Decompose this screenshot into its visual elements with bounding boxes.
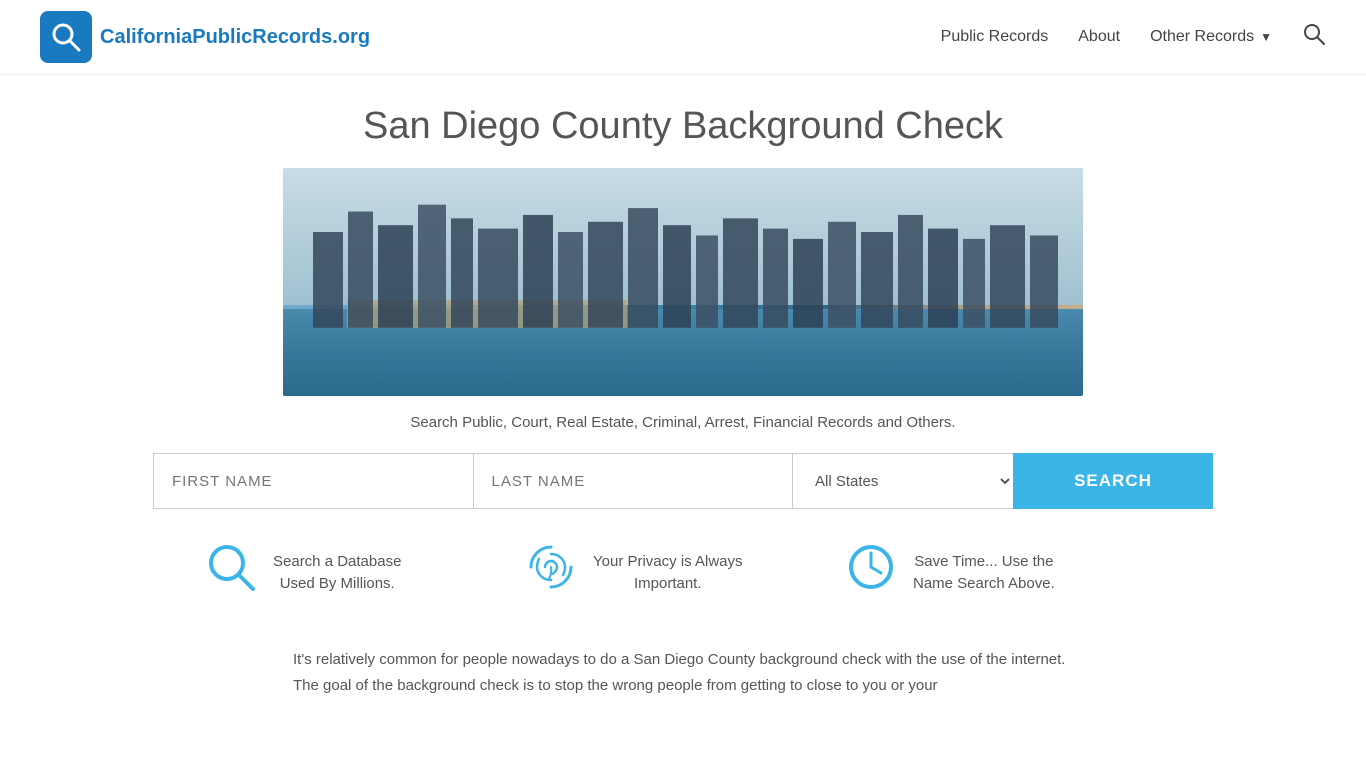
nav-public-records[interactable]: Public Records — [941, 28, 1049, 46]
page-title: San Diego County Background Check — [153, 105, 1213, 148]
logo-area[interactable]: CaliforniaPublicRecords.org — [40, 11, 370, 63]
nav-about[interactable]: About — [1078, 28, 1120, 46]
feature-time-text: Save Time... Use the Name Search Above. — [913, 551, 1055, 596]
feature-privacy: Your Privacy is Always Important. — [523, 539, 843, 607]
first-name-input[interactable] — [153, 453, 473, 509]
last-name-input[interactable] — [473, 453, 794, 509]
search-db-icon — [203, 539, 259, 607]
dropdown-caret-icon: ▼ — [1260, 30, 1272, 44]
feature-search-text: Search a Database Used By Millions. — [273, 551, 401, 596]
features-row: Search a Database Used By Millions. Your… — [153, 539, 1213, 607]
nav-other-records[interactable]: Other Records ▼ — [1150, 28, 1272, 46]
clock-icon — [843, 539, 899, 607]
hero-image — [283, 168, 1083, 396]
logo-text: CaliforniaPublicRecords.org — [100, 26, 370, 49]
fingerprint-icon — [523, 539, 579, 607]
subtitle: Search Public, Court, Real Estate, Crimi… — [153, 414, 1213, 431]
search-form: All StatesAlabamaAlaskaArizonaArkansasCa… — [153, 453, 1213, 509]
logo-icon — [40, 11, 92, 63]
article-paragraph: It's relatively common for people nowada… — [273, 647, 1093, 698]
feature-time: Save Time... Use the Name Search Above. — [843, 539, 1163, 607]
feature-privacy-text: Your Privacy is Always Important. — [593, 551, 743, 596]
search-icon[interactable] — [1302, 22, 1326, 52]
feature-search: Search a Database Used By Millions. — [203, 539, 523, 607]
state-select[interactable]: All StatesAlabamaAlaskaArizonaArkansasCa… — [793, 453, 1013, 509]
main-nav: Public Records About Other Records ▼ — [941, 22, 1326, 52]
search-button[interactable]: SEARCH — [1013, 453, 1213, 509]
